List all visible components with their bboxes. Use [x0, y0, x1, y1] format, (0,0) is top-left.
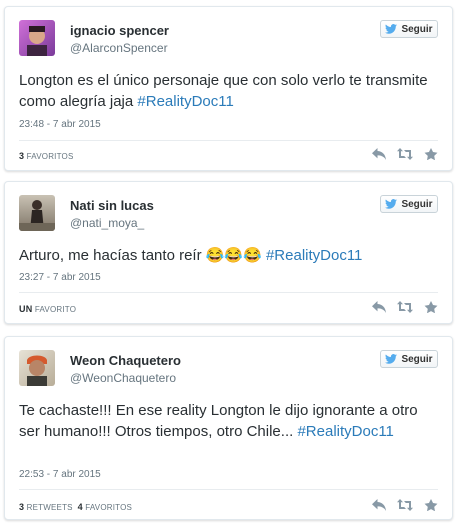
favorites-count[interactable]: 3 FAVORITOS [19, 151, 74, 161]
avatar[interactable] [19, 20, 55, 56]
tweet-actions [372, 301, 438, 313]
reply-icon[interactable] [372, 148, 386, 160]
star-icon[interactable] [424, 148, 438, 160]
follow-label: Seguir [401, 353, 433, 365]
twitter-bird-icon [385, 24, 397, 34]
retweet-icon[interactable] [397, 499, 413, 511]
engagement-stats: 3 RETWEETS 4 FAVORITOS [19, 502, 132, 512]
tweet-text: Te cachaste!!! En ese reality Longton le… [19, 402, 418, 440]
tweet-card: Nati sin lucas @nati_moya_ Seguir Arturo… [4, 181, 453, 324]
follow-label: Seguir [401, 198, 433, 210]
hashtag-link[interactable]: #RealityDoc11 [266, 247, 362, 264]
timestamp[interactable]: 23:27 - 7 abr 2015 [19, 272, 101, 283]
twitter-bird-icon [385, 354, 397, 364]
retweet-icon[interactable] [397, 301, 413, 313]
twitter-bird-icon [385, 199, 397, 209]
avatar[interactable] [19, 195, 55, 231]
user-name[interactable]: ignacio spencer [70, 23, 169, 38]
user-name[interactable]: Nati sin lucas [70, 198, 154, 213]
timestamp[interactable]: 22:53 - 7 abr 2015 [19, 469, 101, 480]
tweet-text: Longton es el único personaje que con so… [19, 72, 428, 110]
follow-label: Seguir [401, 23, 433, 35]
retweet-icon[interactable] [397, 148, 413, 160]
tweet-card: Weon Chaquetero @WeonChaquetero Seguir T… [4, 336, 453, 520]
hashtag-link[interactable]: #RealityDoc11 [137, 93, 233, 110]
tweet-text: Arturo, me hacías tanto reír 😂😂😂 #Realit… [19, 247, 363, 264]
tweet-card: ignacio spencer @AlarconSpencer Seguir L… [4, 6, 453, 171]
divider [19, 292, 438, 293]
tweet-actions [372, 148, 438, 160]
hashtag-link[interactable]: #RealityDoc11 [297, 423, 393, 440]
user-handle[interactable]: @WeonChaquetero [70, 371, 176, 385]
reply-icon[interactable] [372, 301, 386, 313]
divider [19, 489, 438, 490]
timestamp[interactable]: 23:48 - 7 abr 2015 [19, 119, 101, 130]
star-icon[interactable] [424, 499, 438, 511]
follow-button[interactable]: Seguir [380, 350, 438, 368]
user-name[interactable]: Weon Chaquetero [70, 353, 181, 368]
emoji: 😂😂😂 [205, 247, 262, 264]
avatar[interactable] [19, 350, 55, 386]
reply-icon[interactable] [372, 499, 386, 511]
follow-button[interactable]: Seguir [380, 20, 438, 38]
favorites-count[interactable]: 4 FAVORITOS [78, 502, 133, 512]
user-handle[interactable]: @nati_moya_ [70, 216, 144, 230]
retweets-count[interactable]: 3 RETWEETS [19, 502, 73, 512]
tweet-actions [372, 499, 438, 511]
divider [19, 140, 438, 141]
follow-button[interactable]: Seguir [380, 195, 438, 213]
favorites-count[interactable]: UN FAVORITO [19, 304, 76, 314]
star-icon[interactable] [424, 301, 438, 313]
user-handle[interactable]: @AlarconSpencer [70, 41, 168, 55]
